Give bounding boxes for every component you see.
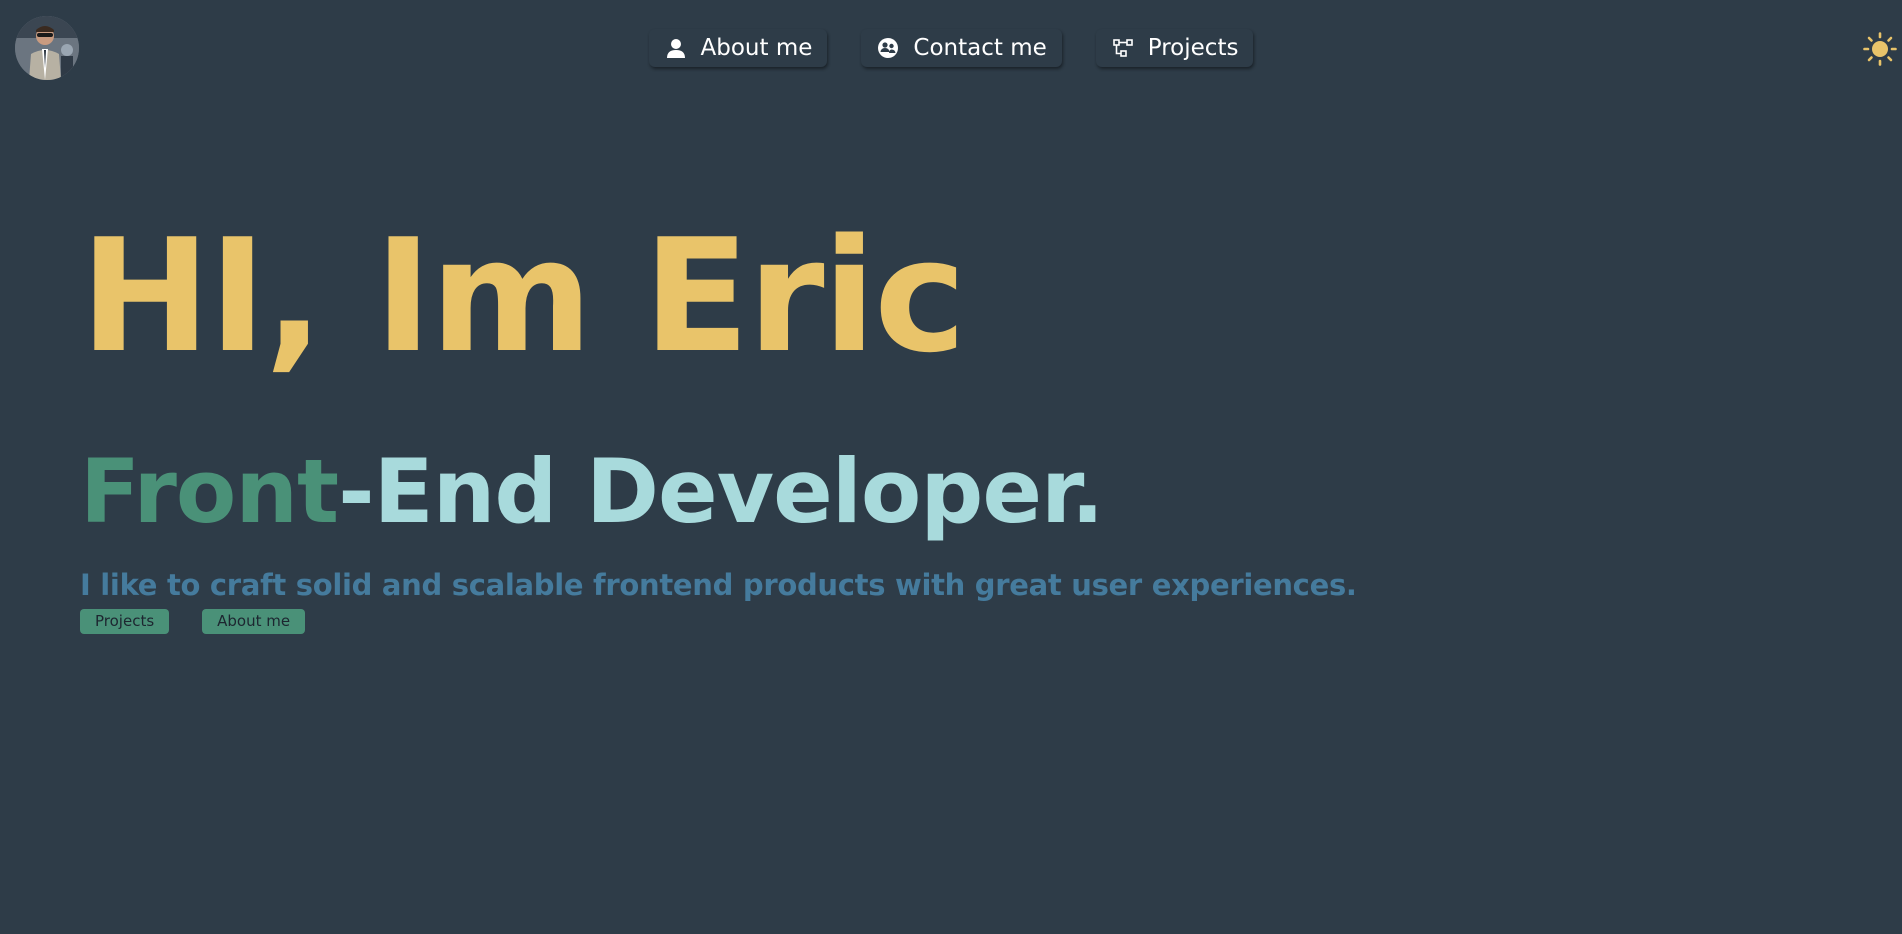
nav-contact-me[interactable]: Contact me <box>861 29 1062 67</box>
top-nav: About me Contact me Projects <box>0 29 1902 67</box>
hero-subtitle: Front-End Developer. <box>80 448 1104 536</box>
hero-title: HI, Im Eric <box>80 205 967 387</box>
nav-about-me-label: About me <box>700 35 813 61</box>
about-me-button[interactable]: About me <box>202 609 306 634</box>
user-icon <box>665 37 687 59</box>
hero-subtitle-front: Front <box>80 440 339 543</box>
flow-chart-icon <box>1112 37 1134 59</box>
contact-icon <box>877 37 899 59</box>
sun-icon <box>1863 32 1897 66</box>
nav-projects[interactable]: Projects <box>1095 29 1254 67</box>
projects-button[interactable]: Projects <box>80 609 170 634</box>
hero-description: I like to craft solid and scalable front… <box>80 568 1357 602</box>
nav-projects-label: Projects <box>1147 35 1239 61</box>
page: About me Contact me Projects HI, Im Eric… <box>0 0 1902 934</box>
nav-contact-me-label: Contact me <box>913 35 1047 61</box>
hero-subtitle-rest: -End Developer. <box>338 440 1104 543</box>
hero-buttons: Projects About me <box>80 609 306 634</box>
nav-about-me[interactable]: About me <box>648 29 828 67</box>
theme-toggle[interactable] <box>1863 32 1897 66</box>
